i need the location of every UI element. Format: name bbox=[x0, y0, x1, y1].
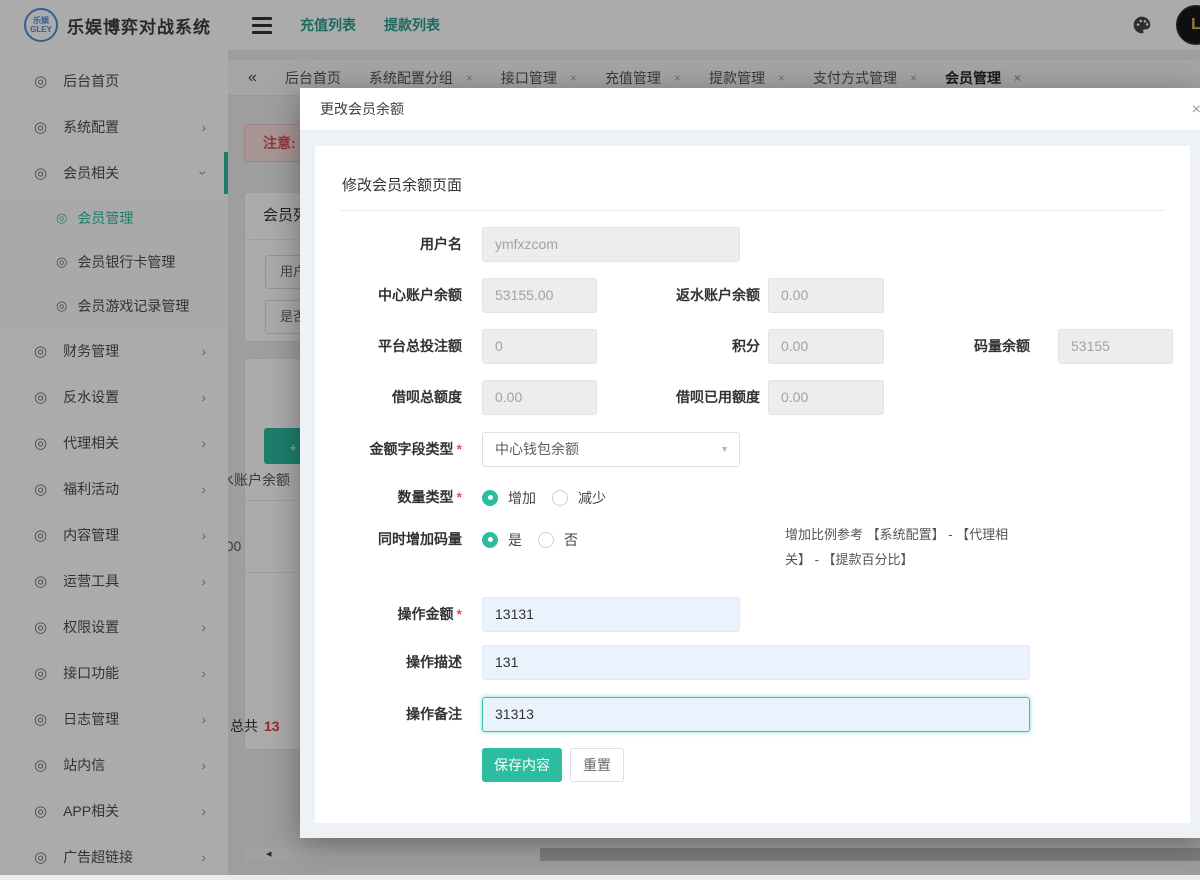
radio-label[interactable]: 减少 bbox=[578, 488, 606, 508]
panel-title: 修改会员余额页面 bbox=[342, 177, 463, 194]
loan-total-label: 借呗总额度 bbox=[392, 389, 462, 405]
center-balance-label: 中心账户余额 bbox=[378, 287, 462, 303]
points-input[interactable]: 0.00 bbox=[768, 329, 884, 364]
amount-type-label: 金额字段类型 * bbox=[322, 432, 462, 467]
loan-used-input[interactable]: 0.00 bbox=[768, 380, 884, 415]
quantity-type-radio-group: 增加 减少 bbox=[482, 480, 622, 515]
modal-header: 更改会员余额 × bbox=[300, 88, 1200, 131]
ratio-reference-note: 增加比例参考 【系统配置】 - 【代理相关】 - 【提款百分比】 bbox=[785, 527, 1009, 567]
radio-label[interactable]: 增加 bbox=[508, 488, 536, 508]
radio-label[interactable]: 否 bbox=[564, 530, 578, 550]
save-button[interactable]: 保存内容 bbox=[482, 748, 562, 782]
radio-decrease[interactable] bbox=[552, 489, 568, 506]
required-asterisk: * bbox=[456, 441, 462, 457]
total-bet-input[interactable]: 0 bbox=[482, 329, 597, 364]
op-note-label: 操作备注 bbox=[406, 706, 462, 722]
code-balance-input[interactable]: 53155 bbox=[1058, 329, 1173, 364]
caret-down-icon: ▼ bbox=[720, 444, 729, 454]
amount-type-select[interactable]: 中心钱包余额 ▼ bbox=[482, 432, 740, 467]
modal-form-panel: 修改会员余额页面 用户名 ymfxzcom 中心账户余额 53155.00 返水… bbox=[315, 146, 1190, 823]
loan-total-input[interactable]: 0.00 bbox=[482, 380, 597, 415]
username-label: 用户名 bbox=[420, 236, 462, 252]
rebate-balance-input[interactable]: 0.00 bbox=[768, 278, 884, 313]
quantity-type-label: 数量类型 * bbox=[322, 480, 462, 515]
username-input[interactable]: ymfxzcom bbox=[482, 227, 740, 262]
required-asterisk: * bbox=[456, 606, 462, 622]
op-desc-input[interactable]: 131 bbox=[482, 645, 1030, 680]
points-label: 积分 bbox=[732, 338, 760, 354]
select-value: 中心钱包余额 bbox=[495, 441, 579, 457]
center-balance-input[interactable]: 53155.00 bbox=[482, 278, 597, 313]
op-amount-label: 操作金额 * bbox=[322, 597, 462, 632]
required-asterisk: * bbox=[456, 489, 462, 505]
reset-button[interactable]: 重置 bbox=[570, 748, 624, 782]
change-balance-modal: 更改会员余额 × 修改会员余额页面 用户名 ymfxzcom 中心账户余额 53… bbox=[300, 88, 1200, 838]
radio-yes-selected[interactable] bbox=[482, 531, 498, 548]
close-icon[interactable]: × bbox=[1192, 88, 1200, 131]
rebate-balance-label: 返水账户余额 bbox=[676, 287, 760, 303]
loan-used-label: 借呗已用额度 bbox=[676, 389, 760, 405]
op-note-input[interactable]: 31313 bbox=[482, 697, 1030, 732]
code-balance-label: 码量余额 bbox=[974, 338, 1030, 354]
add-code-label: 同时增加码量 bbox=[378, 531, 462, 547]
radio-no[interactable] bbox=[538, 531, 554, 548]
radio-label[interactable]: 是 bbox=[508, 530, 522, 550]
add-code-radio-group: 是 否 bbox=[482, 522, 594, 557]
divider bbox=[340, 210, 1165, 211]
op-desc-label: 操作描述 bbox=[406, 654, 462, 670]
modal-title: 更改会员余额 bbox=[320, 101, 404, 117]
label-text: 数量类型 bbox=[397, 489, 454, 505]
radio-increase-selected[interactable] bbox=[482, 489, 498, 506]
label-text: 金额字段类型 bbox=[369, 441, 454, 457]
op-amount-input[interactable]: 13131 bbox=[482, 597, 740, 632]
label-text: 操作金额 bbox=[397, 606, 454, 622]
total-bet-label: 平台总投注额 bbox=[378, 338, 462, 354]
